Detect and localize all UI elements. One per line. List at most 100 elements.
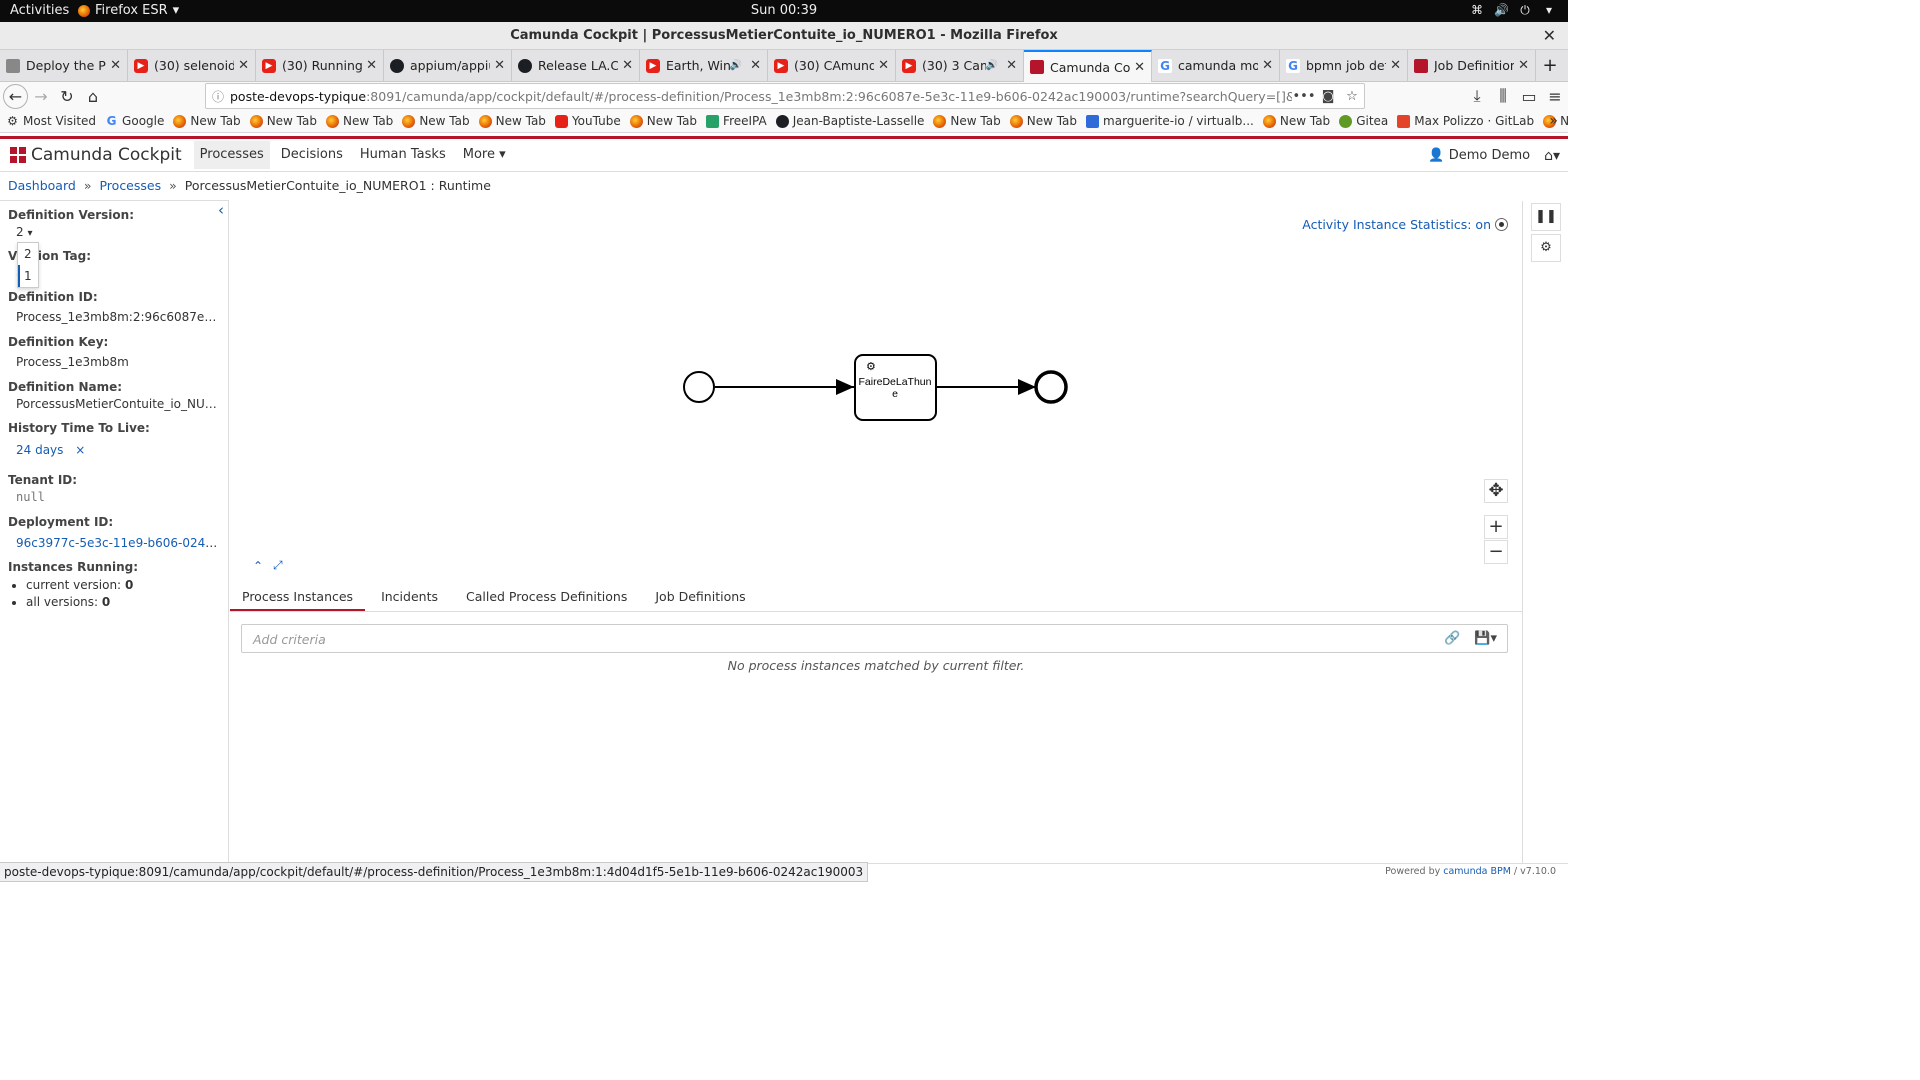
- list-item: all versions: 0: [26, 595, 220, 609]
- bookmark-star-icon[interactable]: ☆: [1340, 89, 1364, 104]
- bookmark-item[interactable]: New Tab: [326, 114, 393, 128]
- home-button[interactable]: ⌂: [80, 83, 106, 109]
- definition-version-select[interactable]: 2 ▾: [16, 225, 220, 239]
- gear-icon[interactable]: ⚙: [1531, 234, 1561, 262]
- tenant-id: Tenant ID: null: [8, 473, 220, 504]
- brand[interactable]: Camunda Cockpit: [10, 145, 182, 165]
- speaker-icon[interactable]: 🔊: [986, 60, 998, 71]
- browser-tab[interactable]: Camunda Cock✕: [1024, 50, 1152, 82]
- bookmark-item[interactable]: New Tab: [402, 114, 470, 128]
- bookmark-item[interactable]: YouTube: [554, 114, 621, 128]
- firefox-icon: [402, 114, 416, 128]
- search-criteria-input[interactable]: Add criteria 🔗 💾▾: [241, 624, 1508, 653]
- browser-tab[interactable]: Deploy the Pro ✕: [0, 50, 128, 81]
- link-icon[interactable]: 🔗: [1444, 631, 1460, 646]
- nav-human-tasks[interactable]: Human Tasks: [354, 141, 452, 169]
- suspend-icon[interactable]: ❚❚: [1531, 203, 1561, 231]
- sidebar-icon[interactable]: ▭: [1516, 83, 1542, 109]
- hamburger-menu-icon[interactable]: ≡: [1542, 83, 1568, 109]
- clock[interactable]: Sun 00:39: [0, 3, 1568, 18]
- close-tab-icon[interactable]: ✕: [366, 58, 377, 73]
- browser-tab[interactable]: appium/appium ✕: [384, 50, 512, 81]
- bookmark-item[interactable]: marguerite-io / virtualb...: [1086, 114, 1254, 128]
- bookmark-item[interactable]: New Tab: [629, 114, 697, 128]
- bookmark-item[interactable]: Max Polizzo · GitLab: [1397, 114, 1534, 128]
- url-text[interactable]: poste-devops-typique:8091/camunda/app/co…: [230, 89, 1292, 104]
- version-option[interactable]: 1: [18, 265, 38, 287]
- bookmark-item[interactable]: Jean-Baptiste-Lasselle: [775, 114, 924, 128]
- tab-job-definitions[interactable]: Job Definitions: [643, 584, 757, 611]
- close-tab-icon[interactable]: ✕: [1006, 58, 1017, 73]
- speaker-icon[interactable]: 🔊: [730, 60, 742, 71]
- close-tab-icon[interactable]: ✕: [1262, 58, 1273, 73]
- breadcrumb-processes[interactable]: Processes: [99, 178, 161, 193]
- close-tab-icon[interactable]: ✕: [1518, 58, 1529, 73]
- page-actions-icon[interactable]: •••: [1292, 89, 1316, 104]
- browser-tab[interactable]: Gbpmn job defin ✕: [1280, 50, 1408, 81]
- start-event[interactable]: [683, 371, 715, 403]
- bookmark-item[interactable]: New Tab: [1009, 114, 1077, 128]
- bpmn-diagram-canvas[interactable]: Activity Instance Statistics: on ⚙ Faire…: [230, 201, 1522, 577]
- caret-down-icon: ▾: [1552, 147, 1560, 164]
- close-tab-icon[interactable]: ✕: [110, 58, 121, 73]
- zoom-in-icon[interactable]: +: [1484, 515, 1508, 539]
- browser-tab[interactable]: Release LA.CLA ✕: [512, 50, 640, 81]
- bookmark-item[interactable]: FreeIPA: [706, 114, 767, 128]
- browser-tab[interactable]: ▶ Earth, Wind🔊 ✕: [640, 50, 768, 81]
- browser-tab[interactable]: ▶ (30) Running a✕: [256, 50, 384, 81]
- bookmark-label: New Tab: [1560, 114, 1568, 128]
- history-ttl-remove-button[interactable]: ×: [75, 443, 85, 457]
- tab-incidents[interactable]: Incidents: [369, 584, 450, 611]
- new-tab-button[interactable]: +: [1536, 50, 1564, 81]
- maximize-diagram-icon[interactable]: ⤢: [273, 558, 283, 573]
- browser-tab[interactable]: ▶ (30) 3 Camu🔊 ✕: [896, 50, 1024, 81]
- close-tab-icon[interactable]: ✕: [622, 58, 633, 73]
- browser-tab[interactable]: ▶ (30) CAmunda ✕: [768, 50, 896, 81]
- browser-tab[interactable]: Gcamunda mode✕: [1152, 50, 1280, 81]
- close-tab-icon[interactable]: ✕: [878, 58, 889, 73]
- save-icon[interactable]: 💾▾: [1474, 631, 1497, 646]
- bookmark-item[interactable]: New Tab: [933, 114, 1001, 128]
- close-tab-icon[interactable]: ✕: [494, 58, 505, 73]
- bookmark-item[interactable]: New Tab: [1262, 114, 1330, 128]
- close-tab-icon[interactable]: ✕: [750, 58, 761, 73]
- nav-decisions[interactable]: Decisions: [275, 141, 349, 169]
- breadcrumb-dashboard[interactable]: Dashboard: [8, 178, 76, 193]
- user-menu[interactable]: 👤 Demo Demo: [1428, 148, 1530, 163]
- end-event[interactable]: [1034, 370, 1068, 404]
- close-tab-icon[interactable]: ✕: [238, 58, 249, 73]
- close-tab-icon[interactable]: ✕: [1390, 58, 1401, 73]
- bookmark-item[interactable]: G Google: [105, 114, 165, 128]
- history-ttl-value[interactable]: 24 days: [16, 443, 63, 457]
- bookmark-item[interactable]: New Tab: [173, 114, 241, 128]
- zoom-reset-icon[interactable]: ✥: [1484, 479, 1508, 503]
- zoom-out-icon[interactable]: −: [1484, 540, 1508, 564]
- bookmark-item[interactable]: ⚙ Most Visited: [6, 114, 96, 128]
- collapse-diagram-icon[interactable]: ⌃: [253, 559, 263, 573]
- bookmarks-overflow-icon[interactable]: »: [1549, 113, 1558, 129]
- pocket-icon[interactable]: ◙: [1316, 89, 1340, 104]
- browser-tab[interactable]: ▶ (30) selenoid -✕: [128, 50, 256, 81]
- forward-button[interactable]: →: [28, 83, 54, 109]
- tab-process-instances[interactable]: Process Instances: [230, 584, 366, 611]
- tab-called-process-definitions[interactable]: Called Process Definitions: [454, 584, 639, 611]
- system-tray[interactable]: ⌘ 🔊 ⏻ ▾: [1470, 3, 1556, 17]
- browser-tab[interactable]: Job Definition ✕: [1408, 50, 1536, 81]
- back-button[interactable]: ←: [3, 83, 28, 109]
- version-option[interactable]: 2: [18, 243, 38, 265]
- library-icon[interactable]: ⫼: [1490, 83, 1516, 109]
- downloads-icon[interactable]: ⤓: [1464, 83, 1490, 109]
- url-bar[interactable]: ⓘ poste-devops-typique:8091/camunda/app/…: [205, 83, 1365, 109]
- info-icon[interactable]: ⓘ: [206, 88, 230, 105]
- deployment-id-link[interactable]: 96c3977c-5e3c-11e9-b606-0242ac1...: [16, 536, 220, 550]
- bookmark-item[interactable]: Gitea: [1339, 114, 1388, 128]
- bookmark-item[interactable]: New Tab: [249, 114, 317, 128]
- nav-more[interactable]: More ▾: [457, 141, 512, 169]
- nav-processes[interactable]: Processes: [193, 141, 270, 169]
- window-close-button[interactable]: ✕: [1543, 22, 1556, 50]
- reload-button[interactable]: ↻: [54, 83, 80, 109]
- close-tab-icon[interactable]: ✕: [1134, 60, 1145, 75]
- camunda-link[interactable]: camunda BPM: [1443, 866, 1511, 877]
- bookmark-item[interactable]: New Tab: [478, 114, 546, 128]
- home-menu[interactable]: ⌂▾: [1544, 148, 1560, 164]
